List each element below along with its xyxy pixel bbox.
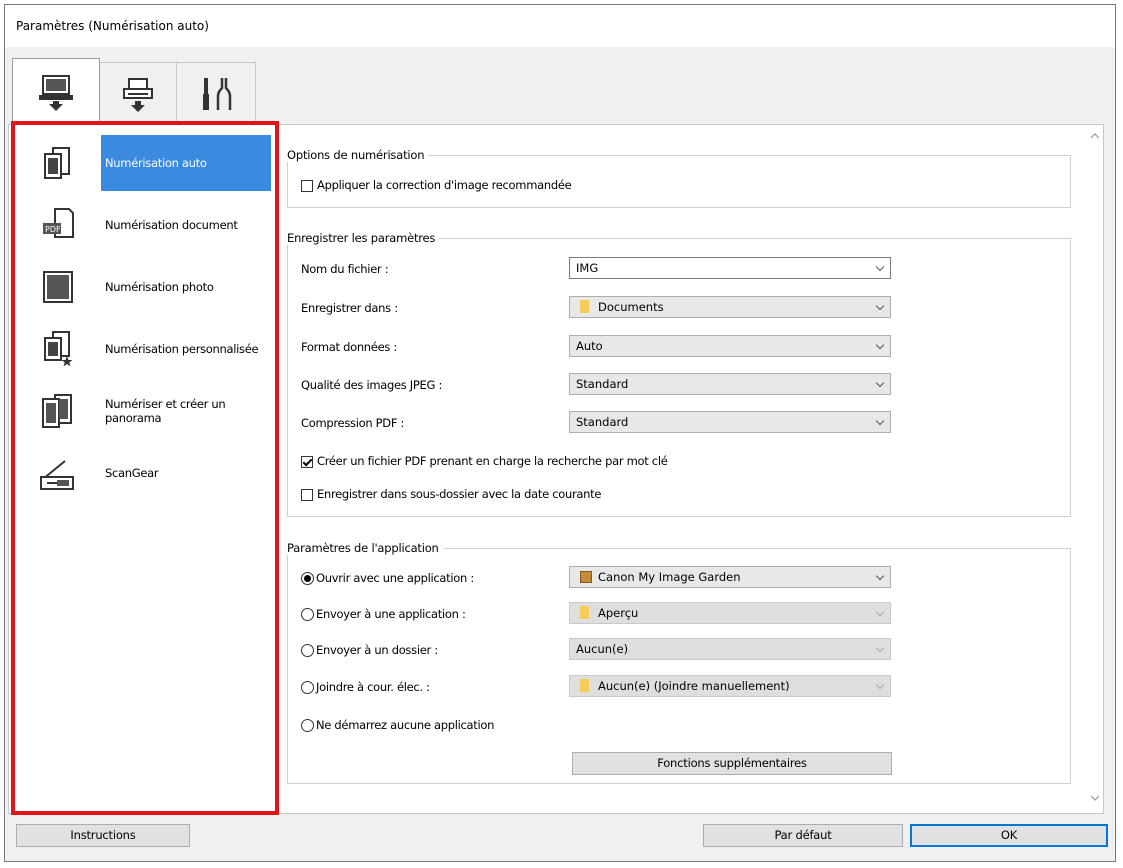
- custom-scan-icon: [44, 331, 73, 367]
- send-to-app-label: Envoyer à une application :: [316, 607, 466, 621]
- file-name-input[interactable]: IMG: [569, 257, 891, 279]
- jpeg-quality-select[interactable]: Standard: [569, 373, 891, 395]
- pdf-compression-value: Standard: [576, 415, 629, 429]
- save-in-value: Documents: [598, 300, 664, 314]
- send-to-folder-label: Envoyer à un dossier :: [316, 643, 438, 657]
- scroll-down-icon[interactable]: [1090, 793, 1100, 803]
- no-app-radio[interactable]: [301, 719, 314, 732]
- data-format-label: Format données :: [301, 340, 397, 354]
- computer-scan-icon: [39, 74, 73, 111]
- send-to-app-value: Aperçu: [598, 606, 639, 620]
- send-to-folder-select[interactable]: Aucun(e): [569, 638, 891, 660]
- chevron-down-icon: [875, 340, 885, 350]
- scan-options-title: Options de numérisation: [287, 148, 429, 162]
- send-to-folder-value: Aucun(e): [576, 642, 629, 656]
- keyword-pdf-checkbox[interactable]: [301, 456, 313, 468]
- scan-type-sidebar: Numérisation auto PDF Numérisation docum…: [11, 121, 279, 815]
- image-garden-app-icon: [580, 570, 592, 583]
- chevron-down-icon: [875, 416, 885, 426]
- open-with-radio[interactable]: [301, 572, 314, 585]
- sidebar-item-label: Numérisation document: [105, 218, 238, 232]
- tab-scan-from-computer[interactable]: [12, 58, 100, 126]
- open-with-label: Ouvrir avec une application :: [316, 571, 474, 585]
- sidebar-item-label: Numérisation personnalisée: [105, 342, 259, 356]
- jpeg-quality-value: Standard: [576, 377, 629, 391]
- sidebar-item-panorama[interactable]: Numériser et créer un panorama: [19, 383, 271, 439]
- save-in-select[interactable]: Documents: [569, 296, 891, 318]
- scangear-icon: [40, 460, 74, 490]
- more-functions-button[interactable]: Fonctions supplémentaires: [572, 752, 892, 775]
- app-settings-title: Paramètres de l'application: [287, 541, 443, 555]
- sidebar-item-label: ScanGear: [105, 466, 159, 480]
- open-with-value: Canon My Image Garden: [598, 570, 741, 584]
- sidebar-item-document-scan[interactable]: PDF Numérisation document: [19, 197, 271, 253]
- file-name-value: IMG: [576, 261, 599, 275]
- send-to-folder-radio[interactable]: [301, 644, 314, 657]
- sidebar-item-label: Numériser et créer un panorama: [105, 397, 226, 425]
- ok-button[interactable]: OK: [910, 824, 1108, 847]
- attach-email-value: Aucun(e) (Joindre manuellement): [598, 679, 790, 693]
- tab-scan-from-panel[interactable]: [98, 62, 178, 124]
- chevron-down-icon: [875, 680, 885, 690]
- sidebar-item-auto-scan[interactable]: Numérisation auto: [19, 135, 271, 191]
- attach-email-label: Joindre à cour. élec. :: [316, 680, 430, 694]
- jpeg-quality-label: Qualité des images JPEG :: [301, 378, 443, 392]
- sidebar-item-label: Numérisation auto: [101, 135, 271, 191]
- chevron-down-icon: [875, 571, 885, 581]
- send-to-app-radio[interactable]: [301, 608, 314, 621]
- documents-folder-icon: [580, 300, 589, 313]
- auto-scan-icon: [44, 147, 70, 179]
- no-app-label: Ne démarrez aucune application: [316, 718, 495, 732]
- pdf-document-scan-icon: PDF: [43, 208, 74, 238]
- attach-email-select[interactable]: Aucun(e) (Joindre manuellement): [569, 675, 891, 697]
- chevron-down-icon: [875, 301, 885, 311]
- defaults-button[interactable]: Par défaut: [703, 824, 903, 847]
- panorama-icon: [42, 394, 72, 428]
- apply-correction-checkbox[interactable]: [301, 180, 313, 192]
- save-settings-title: Enregistrer les paramètres: [287, 231, 440, 245]
- sidebar-item-label: Numérisation photo: [105, 280, 214, 294]
- folder-icon: [580, 679, 589, 692]
- sidebar-item-scangear[interactable]: ScanGear: [19, 445, 271, 501]
- subfolder-date-label: Enregistrer dans sous-dossier avec la da…: [317, 487, 602, 501]
- chevron-down-icon: [875, 378, 885, 388]
- pdf-compression-label: Compression PDF :: [301, 416, 405, 430]
- photo-scan-icon: [43, 271, 73, 303]
- folder-icon: [580, 606, 589, 619]
- open-with-select[interactable]: Canon My Image Garden: [569, 566, 891, 588]
- chevron-down-icon: [875, 643, 885, 653]
- pdf-compression-select[interactable]: Standard: [569, 411, 891, 433]
- tools-icon: [203, 77, 232, 110]
- svg-text:PDF: PDF: [45, 225, 61, 234]
- save-in-label: Enregistrer dans :: [301, 301, 398, 315]
- window-title: Paramètres (Numérisation auto): [5, 5, 1115, 47]
- instructions-button[interactable]: Instructions: [16, 824, 190, 847]
- tab-general-settings[interactable]: [176, 62, 256, 124]
- subfolder-date-checkbox[interactable]: [301, 489, 313, 501]
- sidebar-item-photo-scan[interactable]: Numérisation photo: [19, 259, 271, 315]
- attach-email-radio[interactable]: [301, 681, 314, 694]
- scanner-panel-icon: [123, 77, 153, 112]
- sidebar-item-custom-scan[interactable]: Numérisation personnalisée: [19, 321, 271, 377]
- scroll-up-icon[interactable]: [1090, 131, 1100, 141]
- send-to-app-select[interactable]: Aperçu: [569, 602, 891, 624]
- file-name-label: Nom du fichier :: [301, 262, 389, 276]
- chevron-down-icon: [875, 262, 885, 272]
- data-format-value: Auto: [576, 339, 603, 353]
- data-format-select[interactable]: Auto: [569, 335, 891, 357]
- chevron-down-icon: [875, 607, 885, 617]
- apply-correction-label: Appliquer la correction d'image recomman…: [317, 178, 572, 192]
- keyword-pdf-label: Créer un fichier PDF prenant en charge l…: [317, 454, 668, 468]
